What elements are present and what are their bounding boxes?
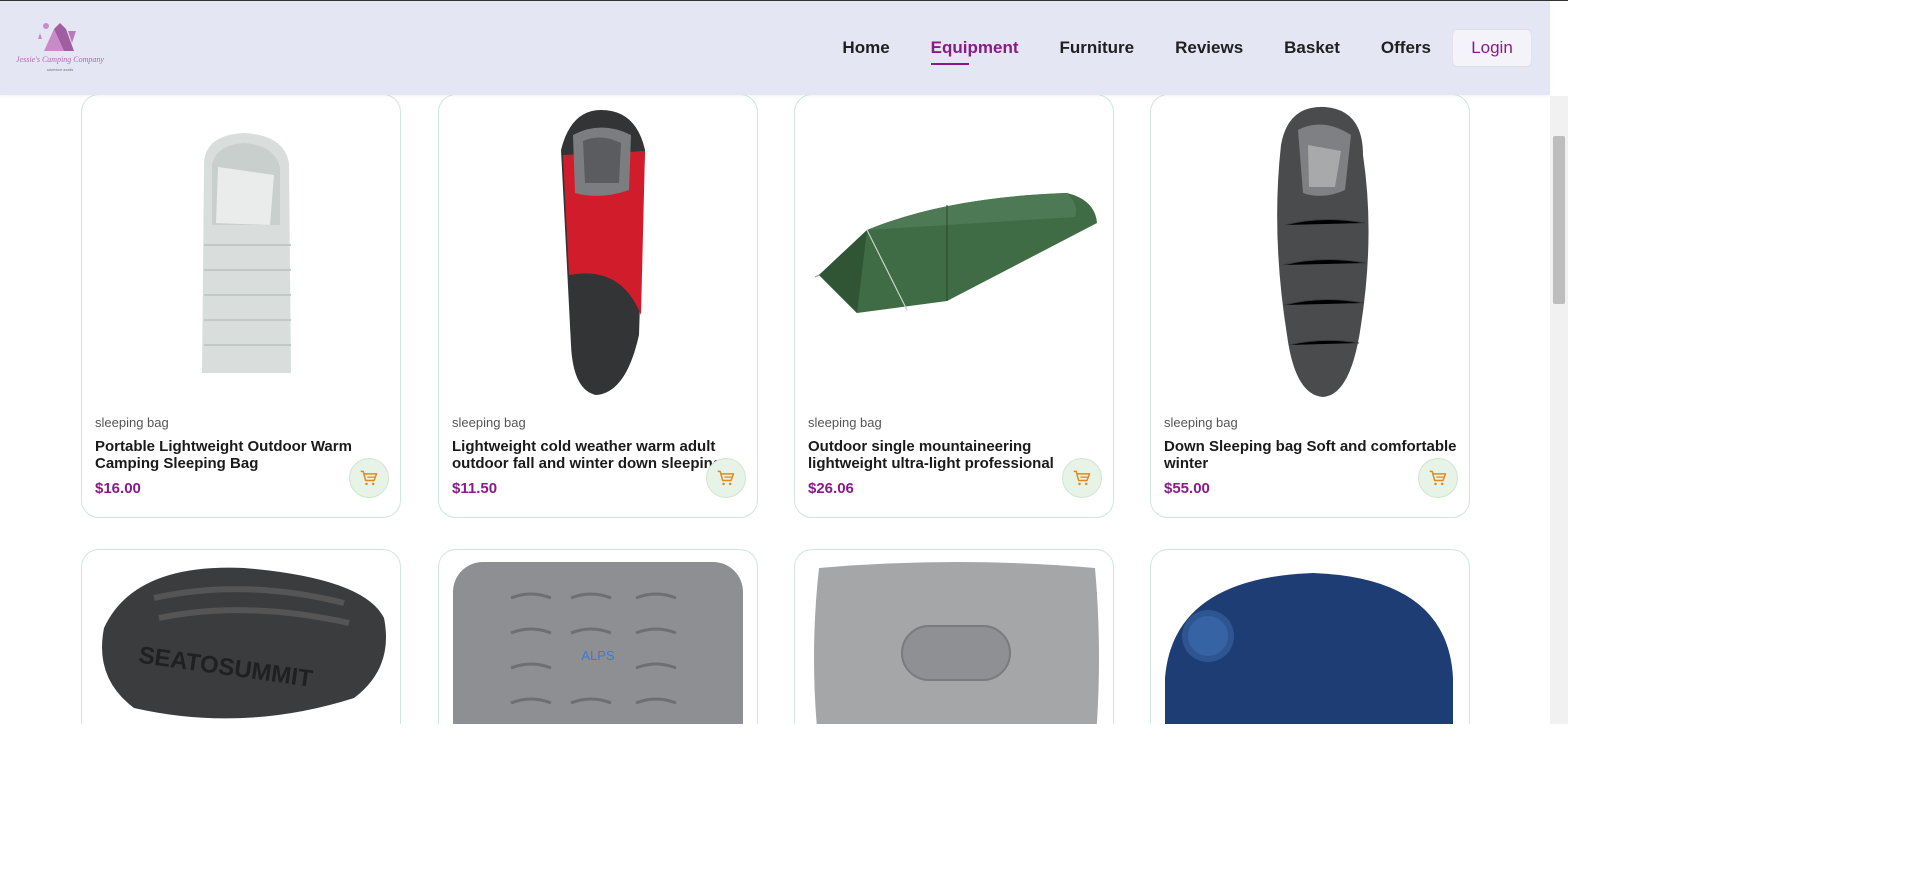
- cart-icon: [360, 470, 378, 486]
- product-category: sleeping bag: [1164, 415, 1238, 430]
- product-category: sleeping bag: [808, 415, 882, 430]
- cart-icon: [1073, 470, 1091, 486]
- logo-tagline: adventure awaits: [47, 68, 74, 72]
- nav-equipment[interactable]: Equipment: [930, 29, 1019, 67]
- page-scrollbar[interactable]: [1550, 96, 1568, 724]
- product-price: $26.06: [808, 480, 854, 497]
- product-title[interactable]: Outdoor single mountaineering lightweigh…: [808, 438, 1108, 472]
- product-image-navy-neck-pillow[interactable]: [1163, 558, 1457, 724]
- nav-offers[interactable]: Offers: [1381, 29, 1431, 67]
- add-to-cart-button[interactable]: [1062, 458, 1102, 498]
- product-price: $55.00: [1164, 480, 1210, 497]
- product-title[interactable]: Down Sleeping bag Soft and comfortable w…: [1164, 438, 1464, 472]
- product-card[interactable]: sleeping bag Outdoor single mountaineeri…: [794, 94, 1114, 518]
- product-card[interactable]: [794, 549, 1114, 724]
- product-category: sleeping bag: [95, 415, 169, 430]
- product-card[interactable]: [1150, 549, 1470, 724]
- product-price: $16.00: [95, 480, 141, 497]
- product-image-grey-inflatable-pillow[interactable]: [807, 558, 1101, 724]
- product-category: sleeping bag: [452, 415, 526, 430]
- product-card[interactable]: sleeping bag Portable Lightweight Outdoo…: [81, 94, 401, 518]
- add-to-cart-button[interactable]: [349, 458, 389, 498]
- logo-text: Jessie's Camping Company: [16, 55, 104, 64]
- nav-basket[interactable]: Basket: [1284, 29, 1340, 67]
- add-to-cart-button[interactable]: [706, 458, 746, 498]
- scrollbar-thumb[interactable]: [1553, 136, 1565, 304]
- site-header: Jessie's Camping Company adventure await…: [0, 1, 1550, 95]
- product-image-white-sleeping-bag[interactable]: [94, 105, 388, 405]
- nav-home[interactable]: Home: [842, 29, 889, 67]
- product-image-sea-to-summit-pillow[interactable]: SEATOSUMMIT: [94, 558, 388, 724]
- login-button[interactable]: Login: [1452, 29, 1532, 67]
- cart-icon: [1429, 470, 1447, 486]
- product-price: $11.50: [452, 480, 498, 497]
- product-card[interactable]: sleeping bag Down Sleeping bag Soft and …: [1150, 94, 1470, 518]
- product-card[interactable]: ALPS: [438, 549, 758, 724]
- product-image-red-sleeping-bag[interactable]: [451, 105, 745, 405]
- add-to-cart-button[interactable]: [1418, 458, 1458, 498]
- nav-reviews[interactable]: Reviews: [1175, 29, 1243, 67]
- company-logo[interactable]: Jessie's Camping Company adventure await…: [16, 17, 104, 77]
- product-title[interactable]: Lightweight cold weather warm adult outd…: [452, 438, 752, 472]
- product-card[interactable]: sleeping bag Lightweight cold weather wa…: [438, 94, 758, 518]
- window-top-border: [0, 0, 1568, 1]
- cart-icon: [717, 470, 735, 486]
- nav-furniture[interactable]: Furniture: [1060, 29, 1135, 67]
- main-nav: Home Equipment Furniture Reviews Basket …: [801, 29, 1532, 67]
- page: Jessie's Camping Company adventure await…: [0, 0, 1568, 724]
- product-image-green-bivy-tent[interactable]: [807, 105, 1101, 405]
- product-card[interactable]: SEATOSUMMIT: [81, 549, 401, 724]
- product-image-grey-sleeping-bag[interactable]: [1163, 105, 1457, 405]
- product-title[interactable]: Portable Lightweight Outdoor Warm Campin…: [95, 438, 395, 472]
- product-image-alps-inflatable-pad[interactable]: ALPS: [451, 558, 745, 724]
- alps-brand-text: ALPS: [581, 648, 615, 663]
